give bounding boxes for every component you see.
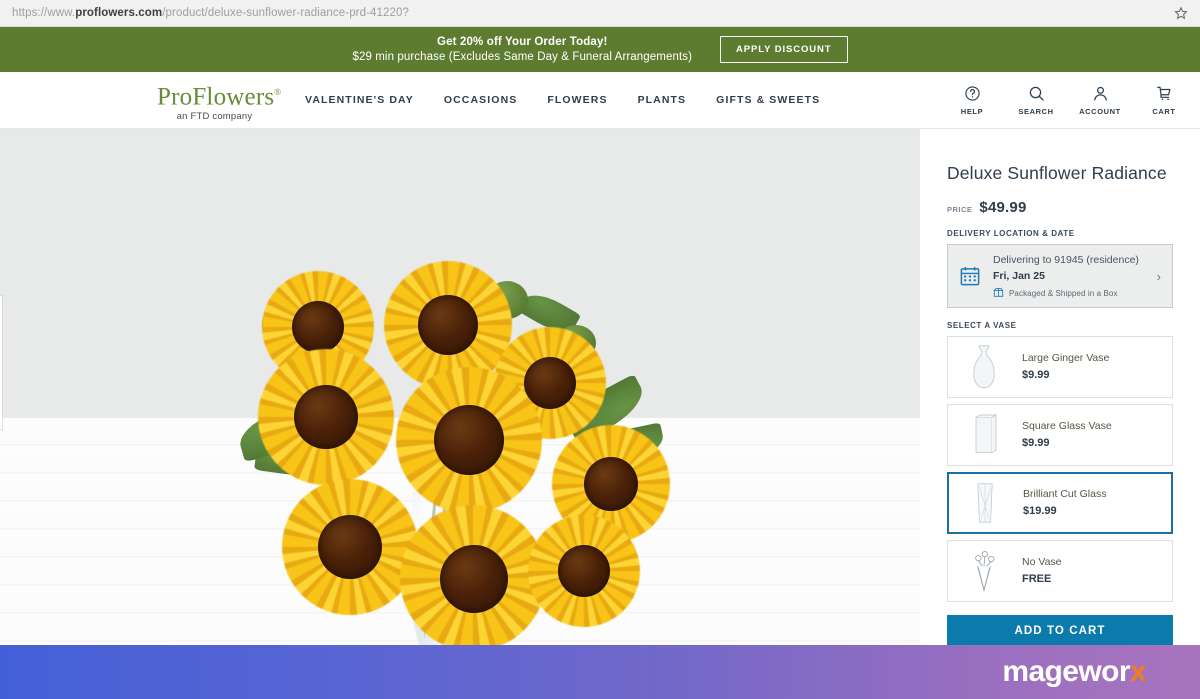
delivery-section-label: DELIVERY LOCATION & DATE <box>947 229 1173 238</box>
search-icon <box>1028 85 1045 102</box>
sunflower <box>258 349 394 485</box>
sunflower <box>282 479 418 615</box>
url-scheme: https://www. <box>12 7 75 19</box>
logo-wordmark: ProFlowers® <box>157 79 272 110</box>
nav-item-gifts-and-sweets[interactable]: GIFTS & SWEETS <box>716 94 820 106</box>
mageworx-logo-accent: x <box>1130 655 1146 688</box>
vase-option-no-vase[interactable]: No Vase FREE <box>947 540 1173 602</box>
vase-section-label: SELECT A VASE <box>947 321 1173 330</box>
account-label: ACCOUNT <box>1079 107 1121 116</box>
vase-price: $9.99 <box>1022 367 1109 383</box>
sunflower-bouquet-image <box>0 129 920 645</box>
chevron-right-icon: › <box>1157 269 1164 284</box>
delivery-selector[interactable]: Delivering to 91945 (residence) Fri, Jan… <box>947 244 1173 308</box>
search-label: SEARCH <box>1018 107 1053 116</box>
vase-option-large-ginger[interactable]: Large Ginger Vase $9.99 <box>947 336 1173 398</box>
product-title: Deluxe Sunflower Radiance <box>947 163 1173 184</box>
utility-navigation: HELP SEARCH ACCOUNT <box>950 85 1186 116</box>
apply-discount-button[interactable]: APPLY DISCOUNT <box>720 36 847 63</box>
vase-option-square-glass[interactable]: Square Glass Vase $9.99 <box>947 404 1173 466</box>
cart-button[interactable]: CART <box>1142 85 1186 116</box>
cut-glass-vase-icon <box>957 477 1013 529</box>
nav-item-occasions[interactable]: OCCASIONS <box>444 94 518 106</box>
vase-name: Large Ginger Vase <box>1022 351 1109 366</box>
site-header: ProFlowers® an FTD company VALENTINE'S D… <box>0 72 1200 129</box>
square-vase-icon <box>956 409 1012 461</box>
main-navigation: VALENTINE'S DAY OCCASIONS FLOWERS PLANTS… <box>305 94 820 106</box>
help-label: HELP <box>961 107 983 116</box>
promo-subline: $29 min purchase (Excludes Same Day & Fu… <box>352 50 692 65</box>
ginger-vase-icon <box>956 341 1012 393</box>
vase-option-text: Square Glass Vase $9.99 <box>1022 419 1112 451</box>
vase-option-text: Large Ginger Vase $9.99 <box>1022 351 1109 383</box>
account-button[interactable]: ACCOUNT <box>1078 85 1122 116</box>
vase-price: $9.99 <box>1022 435 1112 451</box>
mageworx-logo: mageworx <box>1002 655 1146 689</box>
product-image-stage[interactable] <box>0 129 920 645</box>
delivery-location: Delivering to 91945 (residence) <box>993 253 1157 268</box>
help-icon <box>964 85 981 102</box>
packaging-text: Packaged & Shipped in a Box <box>1009 289 1118 298</box>
packaging-note: Packaged & Shipped in a Box <box>993 287 1157 300</box>
url-domain: proflowers.com <box>75 7 162 19</box>
add-to-cart-button[interactable]: ADD TO CART <box>947 615 1173 647</box>
page-root: https://www.proflowers.com/product/delux… <box>0 0 1200 699</box>
star-icon[interactable] <box>1174 6 1188 20</box>
vase-options-list: Large Ginger Vase $9.99 Square Glass Vas… <box>947 336 1173 602</box>
proflowers-logo[interactable]: ProFlowers® an FTD company <box>157 79 272 122</box>
sunflower <box>400 505 546 645</box>
sunflower <box>528 515 640 627</box>
mageworx-logo-main: magewor <box>1002 655 1130 688</box>
vase-option-text: Brilliant Cut Glass $19.99 <box>1023 487 1106 519</box>
nav-item-plants[interactable]: PLANTS <box>638 94 687 106</box>
sunflower <box>396 367 542 513</box>
vase-option-brilliant-cut-glass[interactable]: Brilliant Cut Glass $19.99 <box>947 472 1173 534</box>
cart-label: CART <box>1152 107 1175 116</box>
promo-banner: Get 20% off Your Order Today! $29 min pu… <box>0 27 1200 72</box>
browser-address-bar[interactable]: https://www.proflowers.com/product/delux… <box>0 0 1200 27</box>
calendar-icon <box>959 265 981 287</box>
vase-option-text: No Vase FREE <box>1022 555 1062 587</box>
vase-price: $19.99 <box>1023 503 1106 519</box>
url-path: /product/deluxe-sunflower-radiance-prd-4… <box>162 7 409 19</box>
product-info-panel: Deluxe Sunflower Radiance PRICE $49.99 D… <box>920 129 1200 645</box>
promo-text-block: Get 20% off Your Order Today! $29 min pu… <box>352 35 692 65</box>
mageworx-footer-banner: mageworx <box>0 645 1200 699</box>
vase-name: No Vase <box>1022 555 1062 570</box>
price-row: PRICE $49.99 <box>947 199 1173 216</box>
search-button[interactable]: SEARCH <box>1014 85 1058 116</box>
price-label: PRICE <box>947 205 972 214</box>
delivery-texts: Delivering to 91945 (residence) Fri, Jan… <box>993 253 1157 300</box>
account-icon <box>1092 85 1109 102</box>
url-text[interactable]: https://www.proflowers.com/product/delux… <box>12 7 409 19</box>
vase-price: FREE <box>1022 571 1062 587</box>
cart-icon <box>1156 85 1173 102</box>
price-value: $49.99 <box>979 199 1026 216</box>
nav-item-flowers[interactable]: FLOWERS <box>547 94 607 106</box>
nav-item-valentines-day[interactable]: VALENTINE'S DAY <box>305 94 414 106</box>
promo-headline: Get 20% off Your Order Today! <box>352 35 692 50</box>
delivery-date: Fri, Jan 25 <box>993 269 1157 284</box>
vase-name: Brilliant Cut Glass <box>1023 487 1106 502</box>
no-vase-icon <box>956 545 1012 597</box>
box-icon <box>993 287 1004 300</box>
help-button[interactable]: HELP <box>950 85 994 116</box>
vase-name: Square Glass Vase <box>1022 419 1112 434</box>
logo-tagline: an FTD company <box>157 111 272 122</box>
